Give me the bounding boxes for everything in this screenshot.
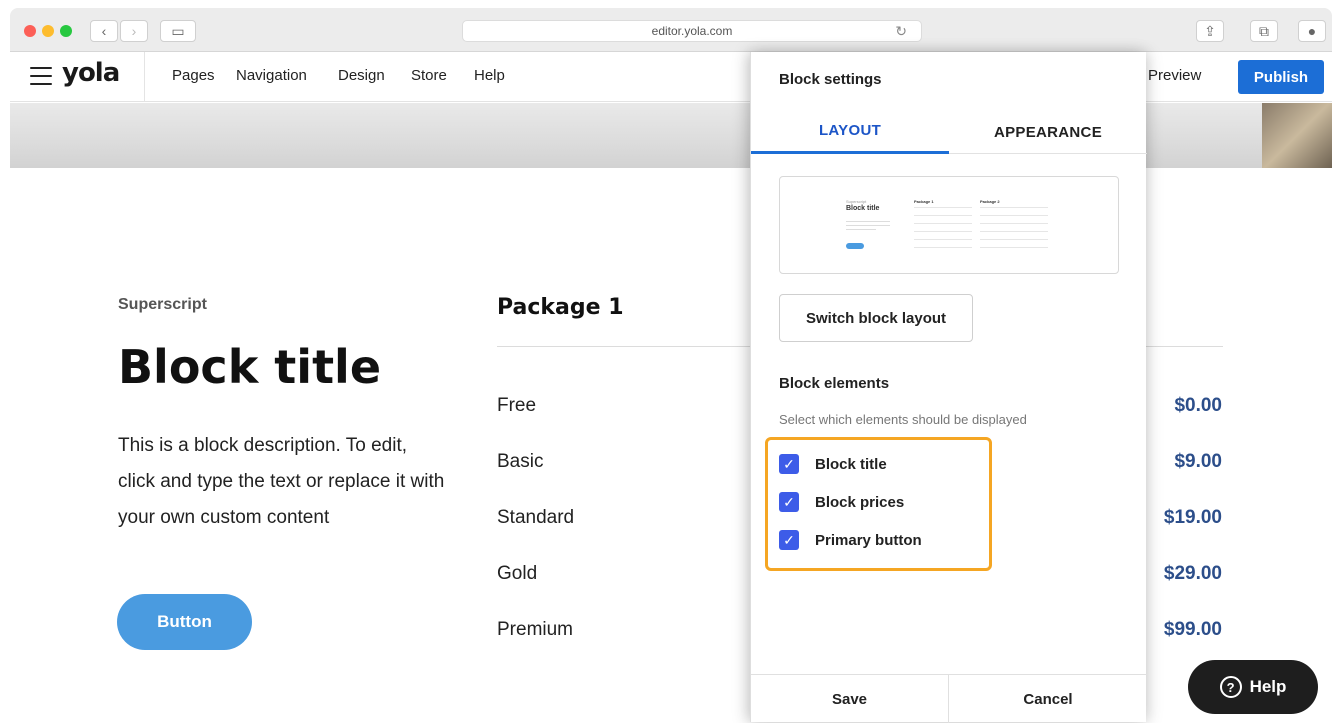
forward-icon[interactable]: › [120,20,148,42]
thumb-package-1: Package 1 [914,199,934,204]
close-window-icon[interactable] [24,25,36,37]
hero-image-detail [1262,103,1332,168]
block-title[interactable]: Block title [118,340,381,394]
block-description[interactable]: This is a block description. To edit, cl… [118,428,448,536]
element-row-block-title[interactable]: ✓ Block title [779,454,887,474]
minimize-window-icon[interactable] [42,25,54,37]
element-row-primary-button[interactable]: ✓ Primary button [779,530,922,550]
tier-name-basic[interactable]: Basic [497,451,543,473]
cancel-button[interactable]: Cancel [949,675,1147,723]
package-title[interactable]: Package 1 [497,295,624,320]
share-icon[interactable]: ⇪ [1196,20,1224,42]
thumb-title: Block title [846,205,880,212]
nav-navigation[interactable]: Navigation [236,67,307,84]
nav-store[interactable]: Store [411,67,447,84]
tabs-icon[interactable]: ⧉ [1250,20,1278,42]
checkbox-label: Primary button [815,531,922,549]
thumb-package-2: Package 2 [980,199,1000,204]
panel-footer: Save Cancel [751,674,1147,723]
panel-tabs: LAYOUT APPEARANCE [751,110,1147,154]
thumb-superscript: Superscript [846,199,867,204]
divider [144,52,145,102]
block-elements-title: Block elements [779,375,890,392]
tier-price-gold[interactable]: $29.00 [1164,563,1222,585]
nav-help[interactable]: Help [474,67,505,84]
yola-logo[interactable]: yola [62,58,120,88]
menu-icon[interactable] [30,67,52,87]
nav-pages[interactable]: Pages [172,67,215,84]
checkbox-label: Block title [815,455,887,473]
zoom-window-icon[interactable] [60,25,72,37]
block-superscript[interactable]: Superscript [118,296,207,314]
tier-price-standard[interactable]: $19.00 [1164,507,1222,529]
publish-button[interactable]: Publish [1238,60,1324,94]
tier-name-free[interactable]: Free [497,395,536,417]
layout-thumbnail[interactable]: Superscript Block title Package 1 Packag… [779,176,1119,274]
question-icon: ? [1219,676,1242,698]
downloads-icon[interactable]: ● [1298,20,1326,42]
address-bar[interactable]: editor.yola.com ↻ [462,20,922,42]
url-text: editor.yola.com [651,24,733,38]
tier-name-gold[interactable]: Gold [497,563,537,585]
reload-icon[interactable]: ↻ [895,23,907,40]
checkbox-block-prices[interactable]: ✓ [779,492,799,512]
tab-appearance[interactable]: APPEARANCE [949,110,1147,154]
tier-price-basic[interactable]: $9.00 [1174,451,1222,473]
checkbox-label: Block prices [815,493,905,511]
tier-price-premium[interactable]: $99.00 [1164,619,1222,641]
tier-price-free[interactable]: $0.00 [1174,395,1222,417]
tier-name-standard[interactable]: Standard [497,507,574,529]
preview-button[interactable]: Preview [1148,67,1201,84]
back-icon[interactable]: ‹ [90,20,118,42]
save-button[interactable]: Save [751,675,949,723]
block-elements-subtitle: Select which elements should be displaye… [779,412,1027,427]
tab-layout[interactable]: LAYOUT [751,110,949,154]
panel-title: Block settings [779,71,882,88]
checkbox-block-title[interactable]: ✓ [779,454,799,474]
sidebar-toggle-icon[interactable]: ▭ [160,20,196,42]
tier-name-premium[interactable]: Premium [497,619,573,641]
block-primary-button[interactable]: Button [117,594,252,650]
checkbox-primary-button[interactable]: ✓ [779,530,799,550]
help-label: Help [1249,677,1287,696]
switch-block-layout-button[interactable]: Switch block layout [779,294,973,342]
browser-chrome: ‹ › ▭ editor.yola.com ↻ ⇪ ⧉ ● [10,8,1332,52]
nav-design[interactable]: Design [338,67,385,84]
block-settings-panel: Block settings LAYOUT APPEARANCE Supersc… [750,52,1147,723]
help-button[interactable]: ? Help [1188,660,1318,714]
element-row-block-prices[interactable]: ✓ Block prices [779,492,904,512]
thumb-button [846,243,864,249]
